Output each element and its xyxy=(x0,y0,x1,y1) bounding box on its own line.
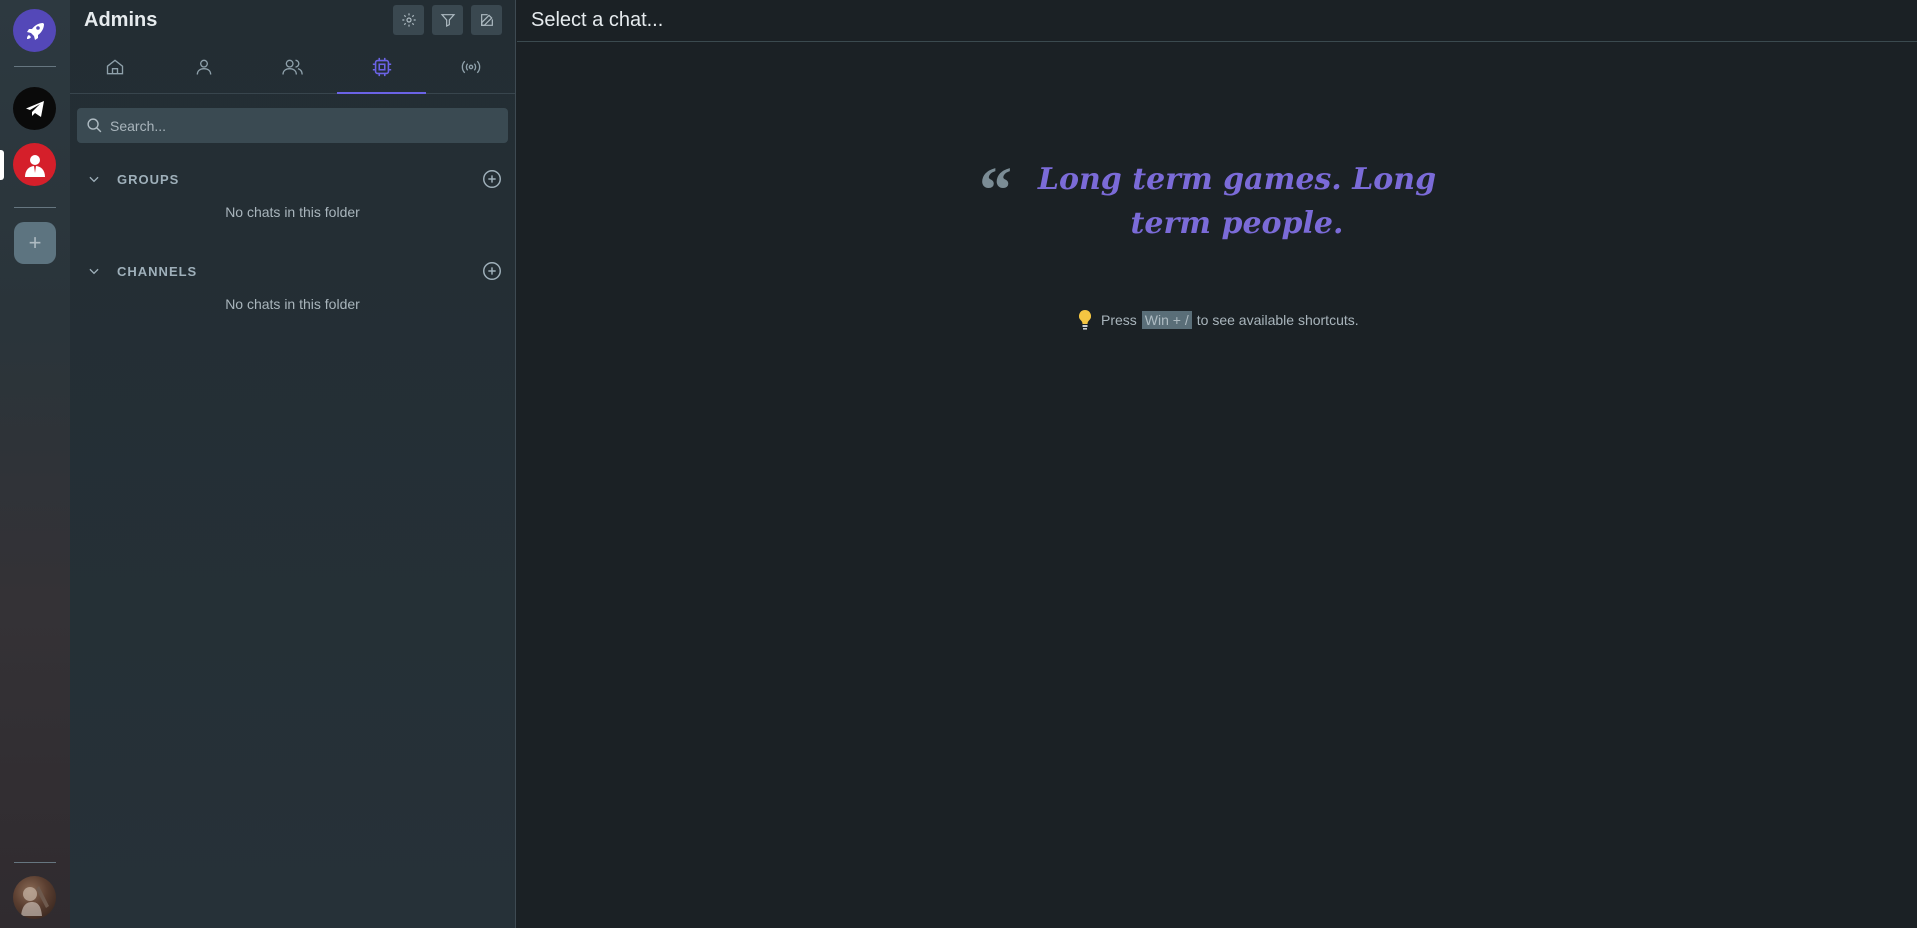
people-icon xyxy=(281,59,303,75)
avatar-image-icon xyxy=(21,886,49,916)
plus-icon: + xyxy=(28,230,42,255)
edit-icon xyxy=(480,14,493,26)
rail-active-indicator xyxy=(0,150,4,180)
folder-label: CHANNELS xyxy=(117,263,198,279)
search-icon xyxy=(87,118,102,133)
tab-channels[interactable] xyxy=(426,40,515,93)
settings-button[interactable] xyxy=(393,5,424,35)
hint-prefix: Press xyxy=(1101,312,1137,328)
sidebar-tabs xyxy=(70,40,515,94)
chip-icon xyxy=(372,57,391,76)
tab-people[interactable] xyxy=(159,40,248,93)
broadcast-icon xyxy=(461,60,480,73)
person-silhouette-icon xyxy=(24,154,45,177)
chat-sidebar: Admins Search... GROUPS No chats in this… xyxy=(70,0,516,928)
shortcut-key: Win + / xyxy=(1141,311,1192,329)
person-icon xyxy=(196,59,211,75)
rail-separator xyxy=(14,66,56,67)
quote-text: Long term games. Long term people. xyxy=(1037,162,1437,241)
sidebar-title: Admins xyxy=(84,8,158,31)
tab-bots[interactable] xyxy=(337,40,426,94)
quote-mark-icon: “ xyxy=(979,154,1012,227)
header-button-group xyxy=(393,5,502,35)
home-icon xyxy=(106,58,123,74)
tab-home[interactable] xyxy=(70,40,159,93)
gear-icon xyxy=(401,13,416,27)
add-circle-icon[interactable] xyxy=(481,260,503,282)
app-rail: + xyxy=(0,0,70,928)
folder-label: GROUPS xyxy=(117,171,180,187)
folder-groups[interactable]: GROUPS xyxy=(70,156,515,202)
search-input[interactable] xyxy=(110,117,490,134)
sidebar-header: Admins xyxy=(70,0,515,40)
shortcut-hint: Press Win + / to see available shortcuts… xyxy=(1077,309,1359,331)
chevron-down-icon[interactable] xyxy=(87,172,101,186)
search-box[interactable] xyxy=(77,108,508,143)
lightbulb-icon xyxy=(1078,309,1092,330)
filter-icon xyxy=(440,14,455,27)
empty-folder-text: No chats in this folder xyxy=(225,204,360,220)
add-circle-icon[interactable] xyxy=(481,168,503,190)
page-title: Select a chat... xyxy=(531,9,664,31)
empty-folder-text: No chats in this folder xyxy=(225,296,360,312)
paper-plane-icon xyxy=(25,100,44,117)
rocket-icon xyxy=(26,22,44,40)
quote-block: “ Long term games. Long term people. xyxy=(979,158,1465,246)
compose-button[interactable] xyxy=(471,5,502,35)
user-app-button[interactable] xyxy=(13,143,56,186)
rail-separator xyxy=(14,862,56,863)
telegram-app-button[interactable] xyxy=(13,87,56,130)
rocket-app-button[interactable] xyxy=(13,9,56,52)
hint-suffix: to see available shortcuts. xyxy=(1196,312,1359,328)
main-header: Select a chat... xyxy=(517,0,1917,42)
avatar[interactable] xyxy=(13,876,56,919)
chevron-down-icon[interactable] xyxy=(87,264,101,278)
tab-groups[interactable] xyxy=(248,40,337,93)
folder-channels[interactable]: CHANNELS xyxy=(70,248,515,294)
add-app-button[interactable]: + xyxy=(14,222,56,264)
filter-button[interactable] xyxy=(432,5,463,35)
rail-separator xyxy=(14,207,56,208)
main-panel: Select a chat... “ Long term games. Long… xyxy=(517,0,1917,928)
